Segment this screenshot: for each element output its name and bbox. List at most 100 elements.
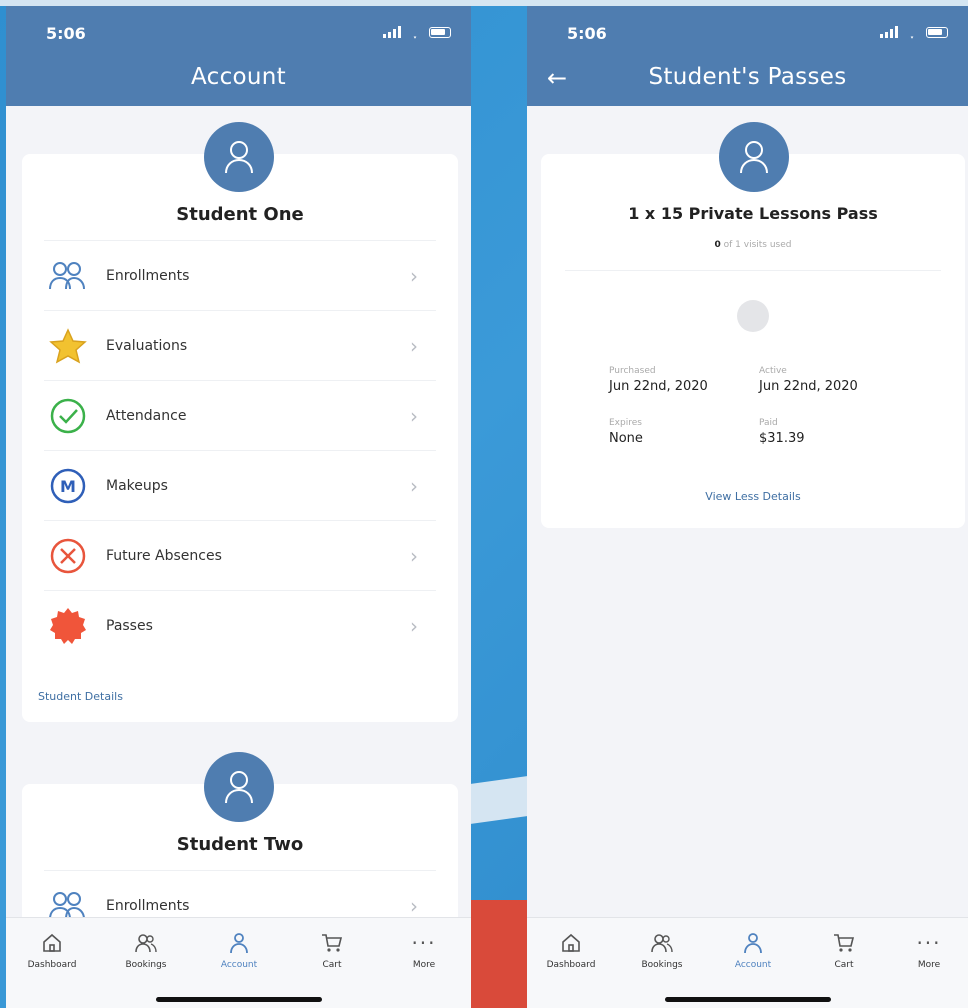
home-indicator: [664, 997, 831, 1002]
chevron-right-icon: ›: [410, 474, 418, 498]
cart-icon: [292, 930, 372, 956]
tab-bookings[interactable]: Bookings: [106, 930, 186, 970]
tab-label: Bookings: [641, 960, 683, 970]
expires-field: Expires None: [609, 418, 643, 446]
home-icon: [531, 930, 611, 956]
chevron-right-icon: ›: [410, 334, 418, 358]
star-icon: [48, 326, 88, 366]
view-less-details-link[interactable]: View Less Details: [541, 490, 965, 503]
menu-item-label: Makeups: [106, 478, 168, 494]
tab-label: More: [917, 960, 941, 970]
tab-label: Dashboard: [546, 960, 596, 970]
signal-icon: [383, 26, 401, 38]
battery-icon: [926, 26, 948, 38]
status-time: 5:06: [567, 24, 607, 43]
person-icon: [713, 930, 793, 956]
page-title: Account: [191, 64, 286, 90]
menu-item-label: Enrollments: [106, 898, 190, 914]
tab-dashboard[interactable]: Dashboard: [12, 930, 92, 970]
field-label: Active: [759, 366, 787, 376]
menu-item-passes[interactable]: Passes ›: [44, 590, 436, 661]
visits-used: 0 of 1 visits used: [541, 240, 965, 250]
chevron-right-icon: ›: [410, 894, 418, 918]
menu-item-evaluations[interactable]: Evaluations ›: [44, 310, 436, 381]
paid-field: Paid $31.39: [759, 418, 805, 446]
avatar: [719, 122, 789, 192]
tab-account[interactable]: Account: [199, 930, 279, 970]
tab-cart[interactable]: Cart: [292, 930, 372, 970]
tab-dashboard[interactable]: Dashboard: [531, 930, 611, 970]
tab-more[interactable]: ··· More: [384, 930, 464, 970]
menu-item-label: Enrollments: [106, 268, 190, 284]
divider: [565, 270, 941, 271]
wifi-icon: [904, 26, 920, 38]
wifi-icon: [407, 26, 423, 38]
student-details-link[interactable]: Student Details: [38, 690, 123, 703]
cart-icon: [804, 930, 884, 956]
menu-item-label: Evaluations: [106, 338, 188, 354]
tab-more[interactable]: ··· More: [889, 930, 968, 970]
tab-label: Account: [220, 960, 258, 970]
tab-account[interactable]: Account: [713, 930, 793, 970]
tab-label: More: [412, 960, 436, 970]
enrollments-icon: [48, 256, 88, 296]
tab-cart[interactable]: Cart: [804, 930, 884, 970]
menu-item-label: Future Absences: [106, 548, 222, 564]
student-one-card: Student One Enrollments › Evaluations › …: [22, 154, 458, 722]
avatar: [204, 122, 274, 192]
tab-label: Dashboard: [27, 960, 77, 970]
battery-icon: [429, 26, 451, 38]
badge-icon: [48, 606, 88, 646]
menu-item-future-absences[interactable]: Future Absences ›: [44, 520, 436, 591]
visits-used-count: 0: [714, 240, 721, 250]
more-dots-icon: ···: [411, 931, 437, 955]
chevron-right-icon: ›: [410, 614, 418, 638]
student-name: Student One: [176, 204, 304, 225]
header-bar: 5:06 Account: [6, 6, 471, 106]
tab-label: Cart: [834, 960, 854, 970]
status-time: 5:06: [46, 24, 86, 43]
check-circle-icon: [48, 396, 88, 436]
visits-used-text: of 1 visits used: [723, 240, 792, 250]
field-label: Expires: [609, 418, 642, 428]
avatar: [204, 752, 274, 822]
student-name: Student Two: [176, 834, 304, 855]
person-icon: [199, 930, 279, 956]
field-value: None: [609, 431, 643, 446]
chevron-right-icon: ›: [410, 404, 418, 428]
active-field: Active Jun 22nd, 2020: [759, 366, 858, 394]
students-passes-screen: 5:06 ← Student's Passes 1 x 15 Private L…: [527, 6, 968, 1008]
menu-item-makeups[interactable]: M Makeups ›: [44, 450, 436, 521]
page-title: Student's Passes: [648, 64, 847, 90]
tab-bookings[interactable]: Bookings: [622, 930, 702, 970]
menu-item-enrollments[interactable]: Enrollments ›: [44, 240, 436, 311]
field-label: Purchased: [609, 366, 656, 376]
home-icon: [12, 930, 92, 956]
signal-icon: [880, 26, 898, 38]
pass-card: 1 x 15 Private Lessons Pass 0 of 1 visit…: [541, 154, 965, 528]
users-icon: [622, 930, 702, 956]
x-circle-icon: [48, 536, 88, 576]
more-dots-icon: ···: [916, 931, 942, 955]
menu-item-attendance[interactable]: Attendance ›: [44, 380, 436, 451]
menu-item-label: Passes: [106, 618, 153, 634]
background-white-streak: [471, 776, 527, 824]
tab-bar: Dashboard Bookings Account Cart ··· More: [6, 917, 471, 1008]
header-bar: 5:06 ← Student's Passes: [527, 6, 968, 106]
users-icon: [106, 930, 186, 956]
purchased-field: Purchased Jun 22nd, 2020: [609, 366, 708, 394]
chevron-right-icon: ›: [410, 264, 418, 288]
account-screen: 5:06 Account Student One Enrollments › E…: [6, 6, 471, 1008]
svg-text:M: M: [60, 477, 76, 496]
field-value: Jun 22nd, 2020: [759, 379, 858, 394]
status-icons: [880, 26, 948, 38]
menu-item-label: Attendance: [106, 408, 187, 424]
tab-label: Cart: [322, 960, 342, 970]
tab-label: Account: [734, 960, 772, 970]
chevron-right-icon: ›: [410, 544, 418, 568]
tab-label: Bookings: [125, 960, 167, 970]
background-red-block: [471, 900, 527, 1008]
pass-name: 1 x 15 Private Lessons Pass: [628, 204, 878, 223]
tab-bar: Dashboard Bookings Account Cart ··· More: [527, 917, 968, 1008]
progress-indicator: [737, 300, 769, 332]
